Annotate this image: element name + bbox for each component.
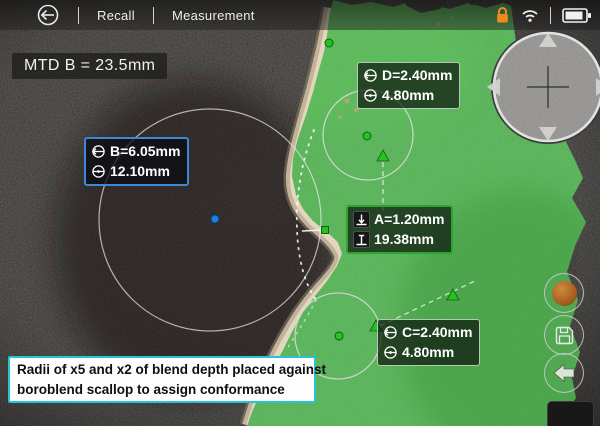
battery-icon xyxy=(562,7,592,24)
cursor-dot-edge[interactable] xyxy=(325,39,333,47)
measurement-label-c[interactable]: C=2.40mm 4.80mm xyxy=(377,319,480,366)
circle-radius-icon xyxy=(363,68,378,83)
measurement-value: A=1.20mm xyxy=(374,210,444,229)
measurement-label-d[interactable]: D=2.40mm 4.80mm xyxy=(357,62,460,109)
depth-perpendicular-icon xyxy=(353,231,370,248)
cursor-square-a[interactable] xyxy=(322,227,329,234)
top-bar: Recall Measurement xyxy=(0,0,600,30)
cursor-dot-c[interactable] xyxy=(335,332,343,340)
pan-right-arrow[interactable] xyxy=(596,78,600,96)
measurement-label-b[interactable]: B=6.05mm 12.10mm xyxy=(84,137,189,186)
divider xyxy=(153,7,154,24)
wifi-icon xyxy=(521,7,539,23)
back-circle-arrow-icon[interactable] xyxy=(36,3,60,27)
cursor-dot-b[interactable] xyxy=(211,215,219,223)
back-navigation-button[interactable] xyxy=(544,353,584,393)
measurement-value: C=2.40mm xyxy=(402,323,472,342)
record-dot-icon xyxy=(552,281,577,306)
divider xyxy=(78,7,79,24)
measurement-value: 12.10mm xyxy=(110,162,170,181)
borescope-measurement-screen: Recall Measurement MTD B = 23.5mm xyxy=(0,0,600,426)
measurement-value: D=2.40mm xyxy=(382,66,452,85)
save-button[interactable] xyxy=(544,315,584,355)
circle-diameter-icon xyxy=(91,164,106,179)
divider xyxy=(550,7,551,24)
circle-diameter-icon xyxy=(363,88,378,103)
annotation-line: boroblend scallop to assign conformance xyxy=(17,380,307,400)
recall-button[interactable]: Recall xyxy=(97,8,135,23)
depth-arrow-icon xyxy=(353,211,370,228)
annotation-note: Radii of x5 and x2 of blend depth placed… xyxy=(8,356,316,403)
depth-measure-line xyxy=(302,230,323,231)
back-arrow-icon xyxy=(552,363,576,383)
measurement-value: 4.80mm xyxy=(402,343,454,362)
mtd-readout: MTD B = 23.5mm xyxy=(12,53,167,79)
measurement-button[interactable]: Measurement xyxy=(172,8,255,23)
circle-radius-icon xyxy=(383,325,398,340)
thumbnail-tile-button[interactable] xyxy=(547,401,594,426)
measurement-value: 19.38mm xyxy=(374,230,434,249)
cursor-dot-d[interactable] xyxy=(363,132,371,140)
measurement-value: 4.80mm xyxy=(382,86,434,105)
circle-radius-icon xyxy=(91,144,106,159)
circle-diameter-icon xyxy=(383,345,398,360)
measurement-label-a[interactable]: A=1.20mm 19.38mm xyxy=(346,205,453,254)
floppy-save-icon xyxy=(554,325,575,346)
annotation-line: Radii of x5 and x2 of blend depth placed… xyxy=(17,360,307,380)
measurement-value: B=6.05mm xyxy=(110,142,180,161)
lock-icon xyxy=(495,6,510,24)
record-indicator-button[interactable] xyxy=(544,273,584,313)
